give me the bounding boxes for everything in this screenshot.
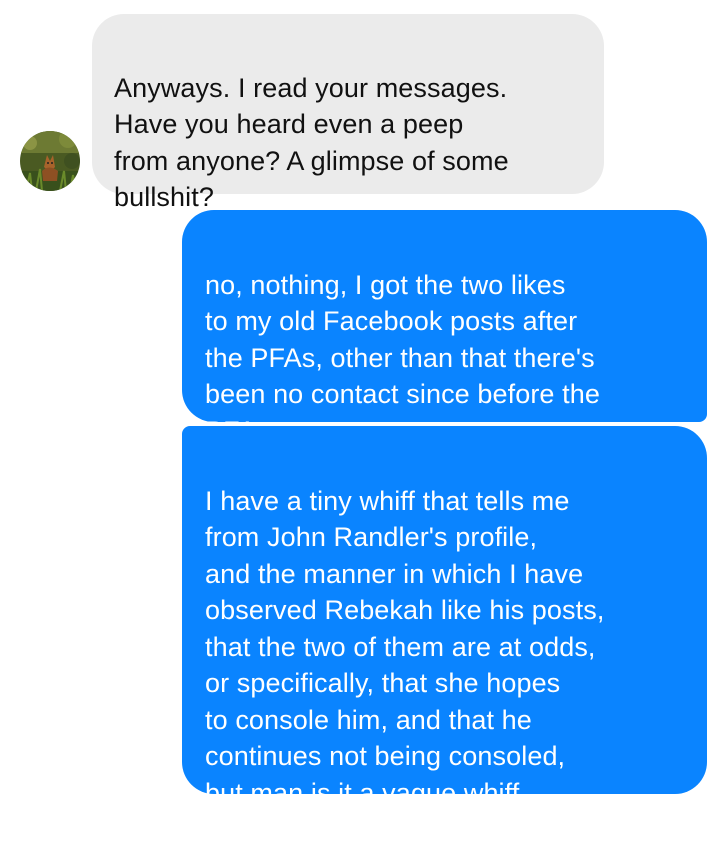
message-text: no, nothing, I got the two likes to my o… [205, 269, 600, 446]
outgoing-message-bubble[interactable]: I have a tiny whiff that tells me from J… [182, 426, 707, 808]
contact-avatar[interactable] [20, 131, 80, 191]
fox-avatar-icon [20, 131, 80, 191]
message-text: Anyways. I read your messages. Have you … [114, 72, 509, 213]
outgoing-message-bubble[interactable]: no, nothing, I got the two likes to my o… [182, 210, 707, 446]
message-text: I have a tiny whiff that tells me from J… [205, 485, 605, 808]
incoming-message-bubble[interactable]: Anyways. I read your messages. Have you … [92, 14, 604, 212]
